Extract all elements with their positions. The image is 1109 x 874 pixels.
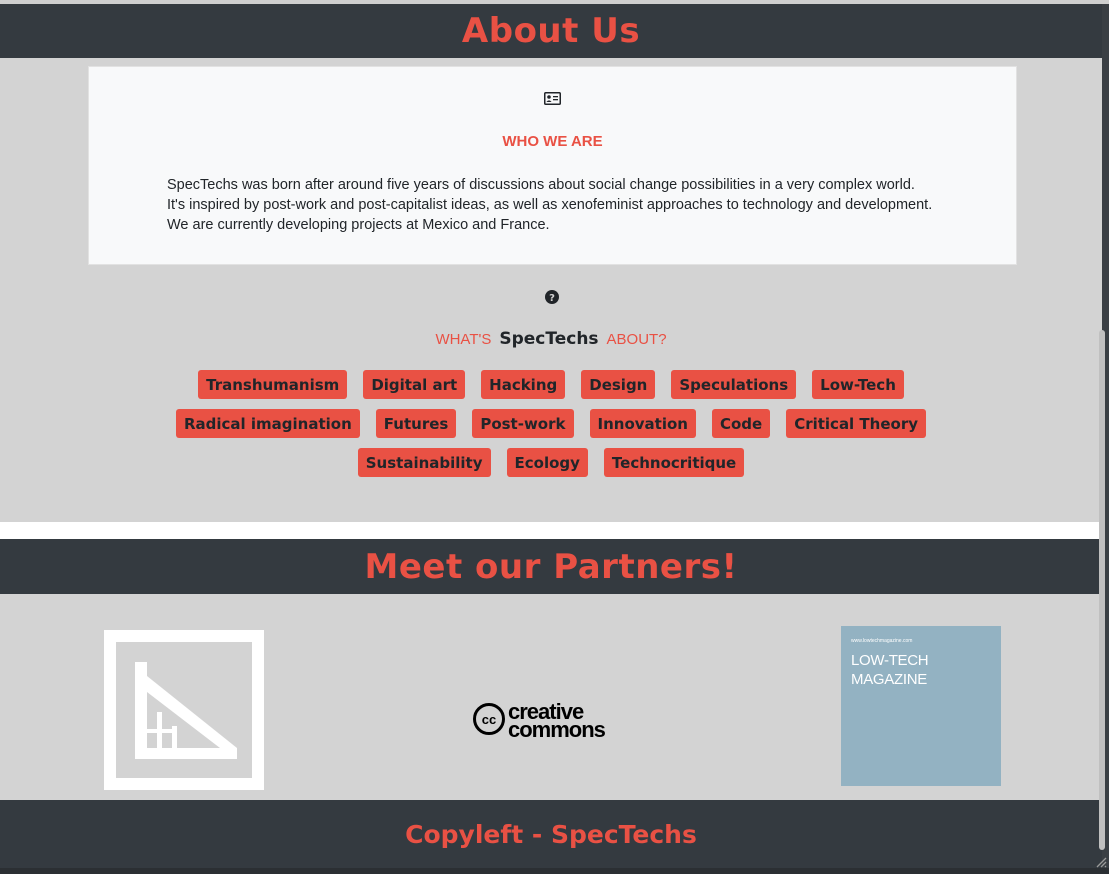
who-we-are-card: WHO WE ARE SpecTechs was born after arou… — [88, 66, 1017, 265]
cc-word-commons: commons — [508, 717, 606, 740]
tag-row: Sustainability Ecology Technocritique — [0, 448, 1102, 477]
brand-name: SpecTechs — [499, 329, 599, 349]
partners-heading-bar: Meet our Partners! — [0, 539, 1102, 594]
about-heading-bar: About Us — [0, 4, 1102, 58]
svg-text:?: ? — [549, 293, 555, 304]
tag-design[interactable]: Design — [581, 370, 656, 399]
who-we-are-line: SpecTechs was born after around five yea… — [167, 177, 915, 193]
who-we-are-text: SpecTechs was born after around five yea… — [167, 175, 967, 235]
resize-grip-icon[interactable] — [1095, 856, 1107, 868]
tag-ecology[interactable]: Ecology — [506, 448, 588, 477]
tag-radical-imagination[interactable]: Radical imagination — [175, 409, 360, 438]
id-card-icon — [544, 92, 561, 105]
who-we-are-title: WHO WE ARE — [502, 133, 603, 150]
tag-digital-art[interactable]: Digital art — [363, 370, 466, 399]
about-heading: About Us — [461, 11, 641, 51]
low-tech-magazine-logo[interactable]: www.lowtechmagazine.com LOW-TECH MAGAZIN… — [841, 626, 1001, 786]
tag-post-work[interactable]: Post-work — [472, 409, 574, 438]
partners-heading: Meet our Partners! — [364, 546, 738, 587]
section-divider — [0, 522, 1102, 539]
scrollbar-thumb[interactable] — [1099, 330, 1105, 850]
low-tech-line2: MAGAZINE — [851, 671, 927, 688]
tag-transhumanism[interactable]: Transhumanism — [198, 370, 348, 399]
tag-hacking[interactable]: Hacking — [481, 370, 566, 399]
tag-futures[interactable]: Futures — [375, 409, 457, 438]
tag-critical-theory[interactable]: Critical Theory — [786, 409, 926, 438]
creative-commons-logo[interactable]: cc creative commons — [472, 698, 635, 740]
whats-spectechs-about: WHAT'S SpecTechs ABOUT? — [0, 329, 1102, 349]
cc-mark: cc — [482, 712, 496, 727]
question-circle-icon: ? — [545, 290, 559, 304]
bottom-strip — [0, 868, 1109, 874]
footer-copyleft: Copyleft - SpecTechs — [405, 819, 697, 849]
whats-prefix: WHAT'S — [435, 331, 492, 348]
tag-row: Transhumanism Digital art Hacking Design… — [0, 370, 1102, 399]
tag-row: Radical imagination Futures Post-work In… — [0, 409, 1102, 438]
low-tech-line1: LOW-TECH — [851, 652, 929, 669]
low-tech-title: LOW-TECH MAGAZINE — [851, 651, 929, 689]
tag-code[interactable]: Code — [711, 409, 771, 438]
tag-sustainability[interactable]: Sustainability — [357, 448, 491, 477]
set-square-logo[interactable] — [104, 630, 264, 790]
tag-innovation[interactable]: Innovation — [589, 409, 696, 438]
who-we-are-line: We are currently developing projects at … — [167, 217, 550, 233]
tag-speculations[interactable]: Speculations — [671, 370, 797, 399]
topic-tags: Transhumanism Digital art Hacking Design… — [0, 370, 1102, 487]
footer-bar: Copyleft - SpecTechs — [0, 800, 1102, 868]
whats-suffix: ABOUT? — [606, 331, 667, 348]
tag-low-tech[interactable]: Low-Tech — [812, 370, 904, 399]
tag-technocritique[interactable]: Technocritique — [603, 448, 745, 477]
who-we-are-line: It's inspired by post-work and post-capi… — [167, 197, 933, 213]
low-tech-url: www.lowtechmagazine.com — [851, 638, 913, 644]
